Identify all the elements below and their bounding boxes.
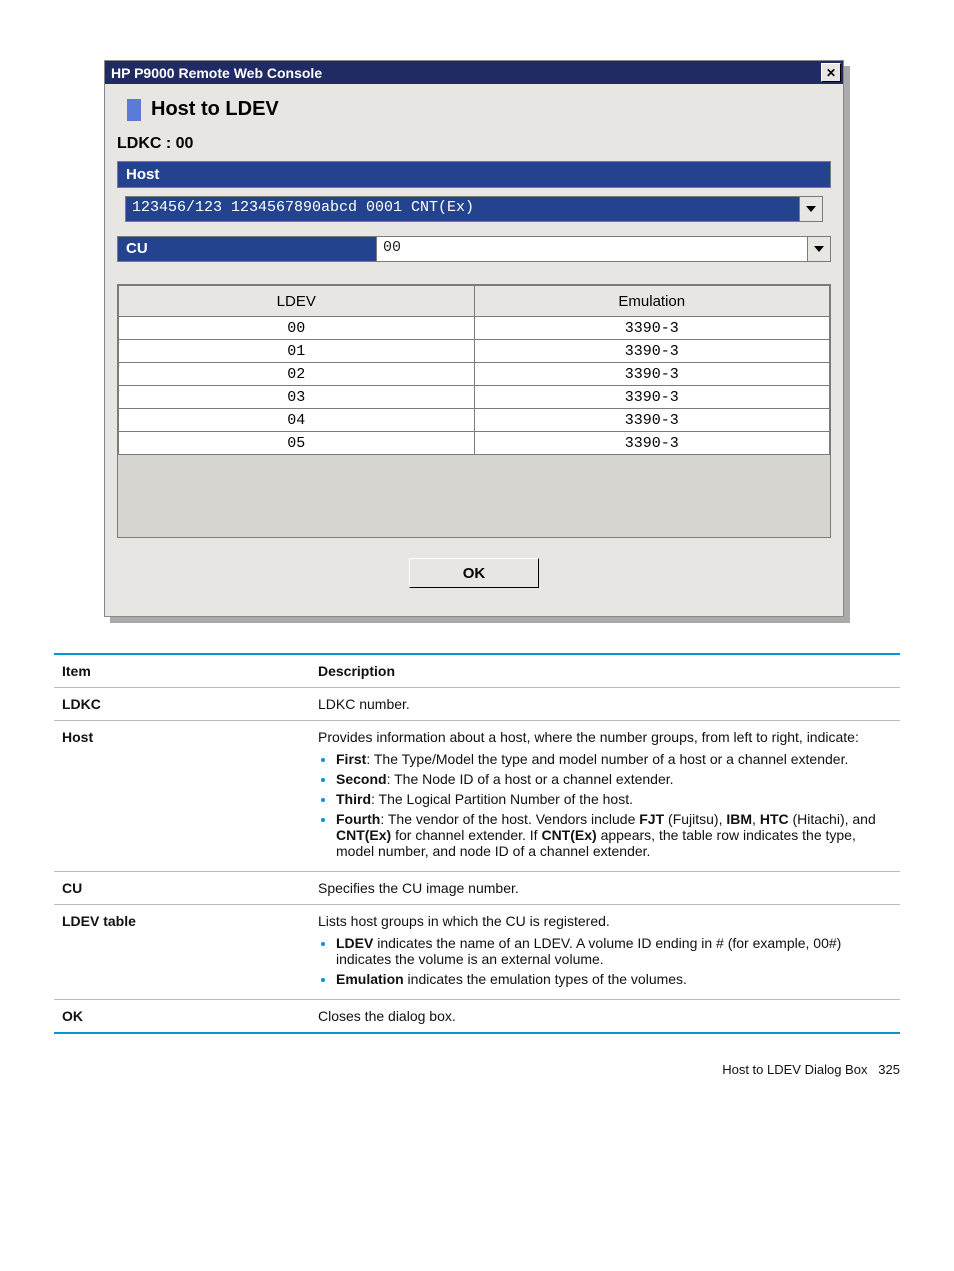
ldev-cell: 00 — [119, 317, 475, 340]
t: indicates the name of an LDEV. A volume … — [336, 935, 841, 967]
t: : The Logical Partition Number of the ho… — [371, 791, 633, 807]
ldev-cell: 03 — [119, 386, 475, 409]
host-select[interactable]: 123456/123 1234567890abcd 0001 CNT(Ex) — [125, 196, 823, 222]
col-emulation-header[interactable]: Emulation — [474, 286, 830, 317]
desc-col-description: Description — [310, 654, 900, 688]
t: : The Node ID of a host or a channel ext… — [387, 771, 674, 787]
host-select-value: 123456/123 1234567890abcd 0001 CNT(Ex) — [126, 197, 799, 221]
ok-button[interactable]: OK — [409, 558, 539, 588]
b: CNT(Ex) — [336, 827, 391, 843]
t: : The vendor of the host. Vendors includ… — [380, 811, 639, 827]
host-select-trigger[interactable] — [799, 197, 822, 221]
ldev-cell: 04 — [119, 409, 475, 432]
ldev-table: LDEV Emulation 003390-3013390-3023390-30… — [118, 285, 830, 455]
b: FJT — [639, 811, 664, 827]
b: CNT(Ex) — [541, 827, 596, 843]
desc-item: Host — [54, 721, 310, 872]
ldev-row[interactable]: 003390-3 — [119, 317, 830, 340]
desc-text: Provides information about a host, where… — [310, 721, 900, 872]
desc-text: Specifies the CU image number. — [310, 872, 900, 905]
desc-row-ok: OK Closes the dialog box. — [54, 1000, 900, 1034]
close-button[interactable]: ✕ — [821, 63, 841, 82]
desc-item: LDEV table — [54, 905, 310, 1000]
title-marker-icon — [127, 99, 141, 121]
dialog-titlebar: HP P9000 Remote Web Console ✕ — [105, 61, 843, 84]
ldev-cell: 05 — [119, 432, 475, 455]
ldev-row[interactable]: 013390-3 — [119, 340, 830, 363]
emulation-cell: 3390-3 — [474, 340, 830, 363]
ldev-cell: 01 — [119, 340, 475, 363]
t: (Hitachi), and — [789, 811, 876, 827]
footer-text: Host to LDEV Dialog Box — [722, 1062, 867, 1077]
emulation-cell: 3390-3 — [474, 409, 830, 432]
cu-label: CU — [117, 236, 377, 262]
t: , — [752, 811, 760, 827]
b: IBM — [726, 811, 752, 827]
desc-item: CU — [54, 872, 310, 905]
desc-intro: Provides information about a host, where… — [318, 729, 859, 745]
cu-select[interactable]: 00 — [377, 236, 831, 262]
desc-bullet: First: The Type/Model the type and model… — [336, 751, 892, 767]
desc-row-ldkc: LDKC LDKC number. — [54, 688, 900, 721]
desc-row-ldev-table: LDEV table Lists host groups in which th… — [54, 905, 900, 1000]
ldev-row[interactable]: 023390-3 — [119, 363, 830, 386]
desc-bullet: Second: The Node ID of a host or a chann… — [336, 771, 892, 787]
emulation-cell: 3390-3 — [474, 363, 830, 386]
ldev-cell: 02 — [119, 363, 475, 386]
window-title: HP P9000 Remote Web Console — [111, 65, 322, 81]
b: Fourth — [336, 811, 380, 827]
emulation-cell: 3390-3 — [474, 386, 830, 409]
desc-text: Closes the dialog box. — [310, 1000, 900, 1034]
b: HTC — [760, 811, 789, 827]
desc-row-cu: CU Specifies the CU image number. — [54, 872, 900, 905]
chevron-down-icon — [814, 246, 824, 252]
desc-item: LDKC — [54, 688, 310, 721]
desc-bullet: Third: The Logical Partition Number of t… — [336, 791, 892, 807]
b: Second — [336, 771, 387, 787]
page-number: 325 — [878, 1062, 900, 1077]
host-section-header: Host — [117, 161, 831, 188]
host-to-ldev-dialog: HP P9000 Remote Web Console ✕ Host to LD… — [104, 60, 844, 617]
cu-select-value: 00 — [377, 237, 807, 261]
b: Emulation — [336, 971, 404, 987]
desc-intro: Lists host groups in which the CU is reg… — [318, 913, 610, 929]
ldev-row[interactable]: 033390-3 — [119, 386, 830, 409]
ldev-row[interactable]: 043390-3 — [119, 409, 830, 432]
desc-row-host: Host Provides information about a host, … — [54, 721, 900, 872]
t: : The Type/Model the type and model numb… — [366, 751, 848, 767]
chevron-down-icon — [806, 206, 816, 212]
t: for channel extender. If — [391, 827, 541, 843]
desc-bullet: Fourth: The vendor of the host. Vendors … — [336, 811, 892, 859]
desc-col-item: Item — [54, 654, 310, 688]
b: LDEV — [336, 935, 373, 951]
emulation-cell: 3390-3 — [474, 317, 830, 340]
t: (Fujitsu), — [664, 811, 726, 827]
desc-text: LDKC number. — [310, 688, 900, 721]
desc-bullet: Emulation indicates the emulation types … — [336, 971, 892, 987]
b: Third — [336, 791, 371, 807]
description-table: Item Description LDKC LDKC number. Host … — [54, 653, 900, 1034]
dialog-title: Host to LDEV — [151, 98, 279, 121]
desc-text: Lists host groups in which the CU is reg… — [310, 905, 900, 1000]
cu-select-trigger[interactable] — [807, 237, 830, 261]
ldev-table-container: LDEV Emulation 003390-3013390-3023390-30… — [117, 284, 831, 538]
desc-bullet: LDEV indicates the name of an LDEV. A vo… — [336, 935, 892, 967]
close-icon: ✕ — [826, 67, 836, 79]
desc-item: OK — [54, 1000, 310, 1034]
b: First — [336, 751, 366, 767]
emulation-cell: 3390-3 — [474, 432, 830, 455]
t: indicates the emulation types of the vol… — [404, 971, 687, 987]
ldev-row[interactable]: 053390-3 — [119, 432, 830, 455]
page-footer: Host to LDEV Dialog Box 325 — [54, 1062, 900, 1077]
col-ldev-header[interactable]: LDEV — [119, 286, 475, 317]
ldkc-label: LDKC : 00 — [117, 135, 831, 153]
